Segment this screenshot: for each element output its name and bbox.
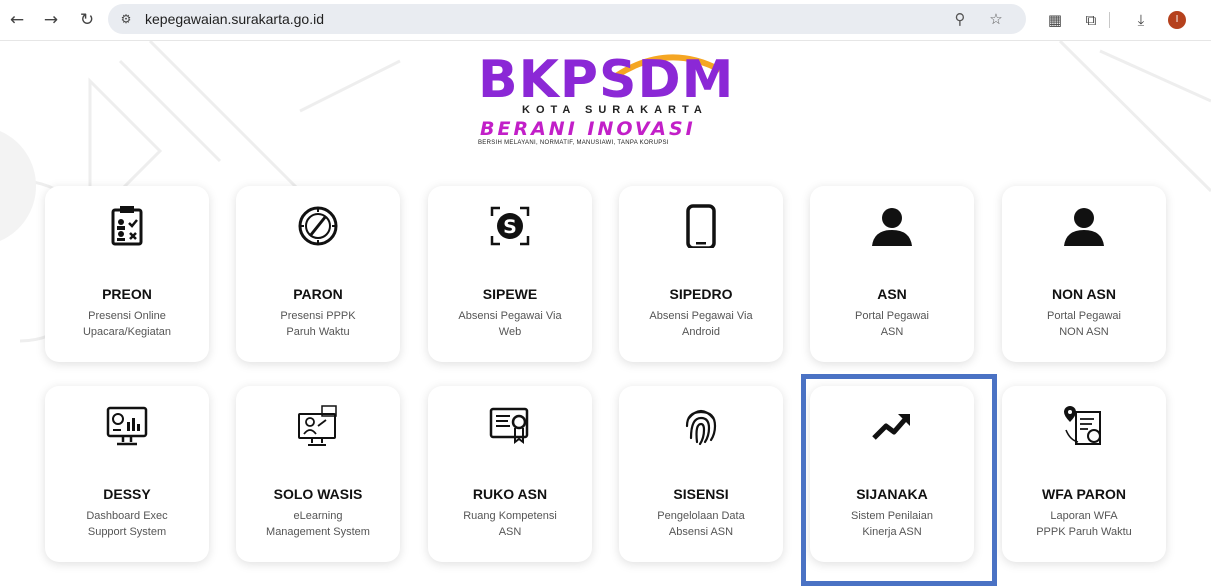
card-description: Portal Pegawai NON ASN [1047, 310, 1121, 338]
card-dessy[interactable]: DESSY Dashboard Exec Support System [45, 386, 209, 562]
card-title: SISENSI [673, 486, 729, 502]
card-preon[interactable]: PREON Presensi Online Upacara/Kegiatan [45, 186, 209, 362]
card-title: WFA PARON [1042, 486, 1126, 502]
card-description: Portal Pegawai ASN [855, 310, 929, 338]
smartphone-icon [686, 204, 716, 248]
card-sipewe[interactable]: S SIPEWE Absensi Pegawai Via Web [428, 186, 592, 362]
fingerprint-icon [685, 409, 717, 446]
card-description: Pengelolaan Data Absensi ASN [657, 510, 745, 538]
reload-icon[interactable]: ↻ [76, 9, 98, 31]
logo-wordmark: BKPSDM [478, 50, 735, 110]
scan-s-icon: S [490, 206, 530, 246]
user-icon [1064, 208, 1104, 246]
card-sipedro[interactable]: SIPEDRO Absensi Pegawai Via Android [619, 186, 783, 362]
card-description: Absensi Pegawai Via Web [458, 310, 562, 338]
monitor-dashboard-icon [106, 406, 148, 446]
bookmark-star-icon[interactable]: ☆ [986, 9, 1006, 29]
qr-code-icon[interactable]: ▦ [1044, 9, 1066, 31]
card-title: DESSY [103, 486, 151, 502]
card-asn[interactable]: ASN Portal Pegawai ASN [810, 186, 974, 362]
logo-tagline: BERANI INOVASI [480, 118, 696, 140]
card-paron[interactable]: PARON Presensi PPPK Paruh Waktu [236, 186, 400, 362]
card-description: Ruang Kompetensi ASN [463, 510, 557, 538]
site-settings-icon[interactable]: ⚙ [118, 11, 134, 27]
card-wfa-paron[interactable]: WFA PARON Laporan WFA PPPK Paruh Waktu [1002, 386, 1166, 562]
profile-avatar[interactable]: I [1168, 11, 1186, 29]
svg-text:S: S [503, 216, 517, 238]
card-ruko-asn[interactable]: RUKO ASN Ruang Kompetensi ASN [428, 386, 592, 562]
card-title: PARON [293, 286, 343, 302]
clipboard-checklist-icon [111, 206, 143, 246]
zoom-icon[interactable]: ⚲ [950, 9, 970, 29]
compass-clock-icon [298, 206, 338, 246]
card-description: Presensi PPPK Paruh Waktu [280, 310, 356, 338]
bkpsdm-logo: BKPSDM KOTA SURAKARTA BERANI INOVASI BER… [478, 50, 736, 150]
browser-toolbar: ← → ↻ ⚙ kepegawaian.surakarta.go.id ⚲ ☆ … [0, 0, 1211, 40]
card-description: Absensi Pegawai Via Android [649, 310, 753, 338]
card-non-asn[interactable]: NON ASN Portal Pegawai NON ASN [1002, 186, 1166, 362]
forward-icon[interactable]: → [40, 9, 62, 31]
card-description: Laporan WFA PPPK Paruh Waktu [1036, 510, 1132, 538]
selection-highlight [801, 374, 997, 586]
card-description: eLearning Management System [266, 510, 370, 538]
card-solo-wasis[interactable]: SOLO WASIS eLearning Management System [236, 386, 400, 562]
toolbar-separator [1109, 12, 1110, 28]
user-icon [872, 208, 912, 246]
address-bar[interactable]: ⚙ kepegawaian.surakarta.go.id ⚲ ☆ [108, 4, 1026, 34]
card-title: SIPEWE [482, 286, 538, 302]
card-title: NON ASN [1051, 286, 1117, 302]
card-title: RUKO ASN [472, 486, 548, 502]
card-sisensi[interactable]: SISENSI Pengelolaan Data Absensi ASN [619, 386, 783, 562]
card-title: PREON [102, 286, 152, 302]
card-description: Presensi Online Upacara/Kegiatan [82, 310, 172, 338]
download-icon[interactable]: ⤓ [1130, 9, 1152, 31]
card-title: SOLO WASIS [273, 486, 363, 502]
logo-motto: BERSIH MELAYANI, NORMATIF, MANUSIAWI, TA… [478, 140, 669, 146]
certificate-icon [489, 407, 529, 444]
card-title: ASN [877, 286, 907, 302]
back-icon[interactable]: ← [6, 9, 28, 31]
url-text[interactable]: kepegawaian.surakarta.go.id [145, 11, 324, 27]
logo-subtitle: KOTA SURAKARTA [522, 104, 708, 116]
location-document-icon [1064, 406, 1101, 445]
card-title: SIPEDRO [669, 286, 733, 302]
elearning-icon [298, 405, 337, 446]
extensions-icon[interactable]: ⧉ [1080, 9, 1102, 31]
card-description: Dashboard Exec Support System [86, 510, 168, 538]
